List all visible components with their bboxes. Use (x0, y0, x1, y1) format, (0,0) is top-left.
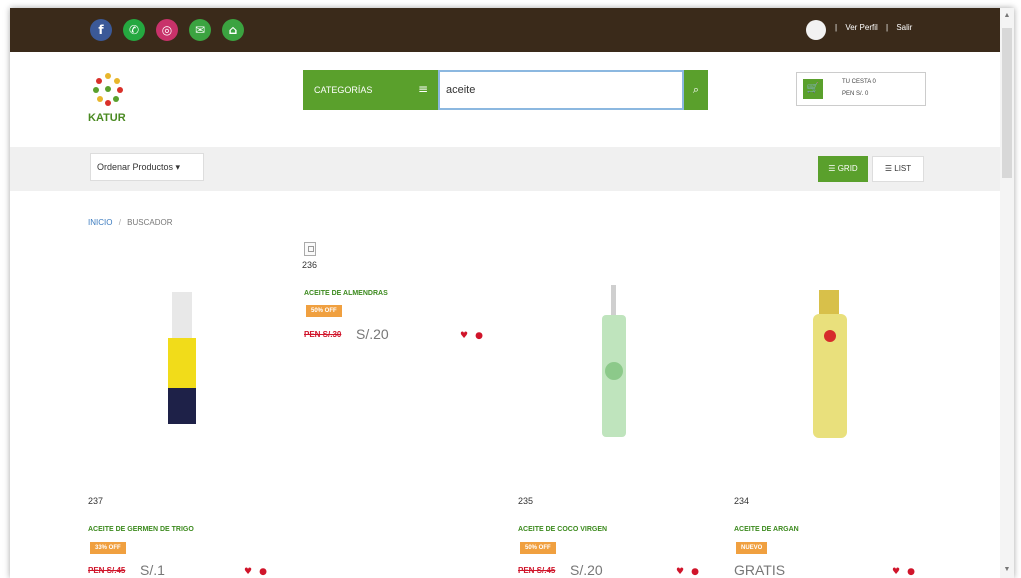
product-image-coco[interactable] (590, 283, 640, 448)
whatsapp-icon[interactable]: ✆ (123, 19, 145, 41)
logo-text: KATUR (88, 112, 126, 124)
categories-button[interactable]: CATEGORÍAS ≡ (303, 70, 438, 110)
add-to-cart-icon[interactable]: ● (259, 567, 267, 577)
user-links: | Ver Perfil | Salir (832, 23, 915, 32)
browser-page: f ✆ ◎ ✉ ⌂ | Ver Perfil | Salir KATUR CAT… (10, 8, 1014, 578)
filter-bar: Ordenar Productos ▾ ☰ GRID ☰ LIST (10, 147, 1000, 191)
product-name[interactable]: ACEITE DE ALMENDRAS (304, 290, 388, 297)
product-name[interactable]: ACEITE DE ARGAN (734, 526, 799, 533)
cart-icon: 🛒 (803, 79, 823, 99)
product-number: 236 (302, 260, 318, 270)
current-price: S/.20 (570, 562, 603, 578)
product-actions: ♥ ● (676, 567, 706, 577)
cart-total: PEN S/. 0 (842, 91, 869, 97)
breadcrumb-separator: / (118, 218, 121, 227)
product-name[interactable]: ACEITE DE GERMEN DE TRIGO (88, 526, 194, 533)
new-badge: NUEVO (736, 542, 768, 554)
add-to-cart-icon[interactable]: ● (907, 567, 915, 577)
home-icon[interactable]: ⌂ (222, 19, 244, 41)
wishlist-icon[interactable]: ♥ (244, 567, 252, 577)
current-price: S/.1 (140, 562, 165, 578)
grid-label: GRID (837, 164, 858, 173)
cart-widget[interactable]: 🛒 TU CESTA 0 PEN S/. 0 (796, 72, 926, 106)
breadcrumb: INICIO / BUSCADOR (88, 218, 173, 227)
product-number: 234 (734, 496, 750, 506)
katur-logo[interactable]: KATUR (88, 68, 128, 130)
old-price: PEN S/.45 (518, 566, 556, 575)
list-view-button[interactable]: ☰ LIST (872, 156, 924, 182)
user-avatar[interactable] (806, 20, 826, 40)
old-price: PEN S/.30 (304, 330, 342, 339)
discount-badge: 33% OFF (90, 542, 126, 554)
grid-view-button[interactable]: ☰ GRID (818, 156, 868, 182)
product-actions: ♥ ● (460, 331, 490, 341)
search-input[interactable]: aceite (438, 70, 684, 110)
list-label: LIST (894, 164, 912, 173)
breadcrumb-home[interactable]: INICIO (88, 218, 112, 227)
menu-icon: ≡ (417, 82, 428, 96)
wishlist-icon[interactable]: ♥ (460, 331, 468, 341)
wishlist-icon[interactable]: ♥ (676, 567, 684, 577)
site-header: KATUR CATEGORÍAS ≡ aceite ⌕ 🛒 TU CESTA 0… (10, 52, 1000, 147)
logo-mark-icon (93, 73, 123, 106)
add-to-cart-icon[interactable]: ● (475, 331, 483, 341)
sort-dropdown[interactable]: Ordenar Productos ▾ (90, 153, 204, 181)
separator: | (835, 23, 838, 32)
wishlist-icon[interactable]: ♥ (892, 567, 900, 577)
vertical-scrollbar[interactable]: ▲ ▼ (1000, 8, 1014, 578)
scroll-up-icon[interactable]: ▲ (1000, 10, 1014, 22)
scroll-thumb[interactable] (1002, 28, 1012, 178)
search-icon: ⌕ (692, 83, 700, 96)
current-price: S/.20 (356, 326, 389, 342)
search-button[interactable]: ⌕ (684, 70, 708, 110)
top-bar: f ✆ ◎ ✉ ⌂ | Ver Perfil | Salir (10, 8, 1000, 52)
profile-link[interactable]: Ver Perfil (845, 23, 877, 32)
product-number: 235 (518, 496, 534, 506)
current-price: GRATIS (734, 562, 786, 578)
separator: | (886, 23, 889, 32)
instagram-icon[interactable]: ◎ (156, 19, 178, 41)
old-price: PEN S/.45 (88, 566, 126, 575)
discount-badge: 50% OFF (306, 305, 342, 317)
breadcrumb-current: BUSCADOR (127, 218, 173, 227)
broken-image-icon[interactable] (304, 242, 316, 256)
cart-count: TU CESTA 0 (842, 79, 876, 85)
categories-label: CATEGORÍAS (314, 85, 373, 95)
scroll-down-icon[interactable]: ▼ (1000, 564, 1014, 576)
product-name[interactable]: ACEITE DE COCO VIRGEN (518, 526, 607, 533)
mail-icon[interactable]: ✉ (189, 19, 211, 41)
add-to-cart-icon[interactable]: ● (691, 567, 699, 577)
logout-link[interactable]: Salir (896, 23, 912, 32)
facebook-icon[interactable]: f (90, 19, 112, 41)
product-image-germen[interactable] (160, 288, 210, 438)
discount-badge: 50% OFF (520, 542, 556, 554)
product-image-argan[interactable] (805, 288, 855, 440)
product-number: 237 (88, 496, 104, 506)
product-actions: ♥ ● (892, 567, 922, 577)
product-actions: ♥ ● (244, 567, 274, 577)
